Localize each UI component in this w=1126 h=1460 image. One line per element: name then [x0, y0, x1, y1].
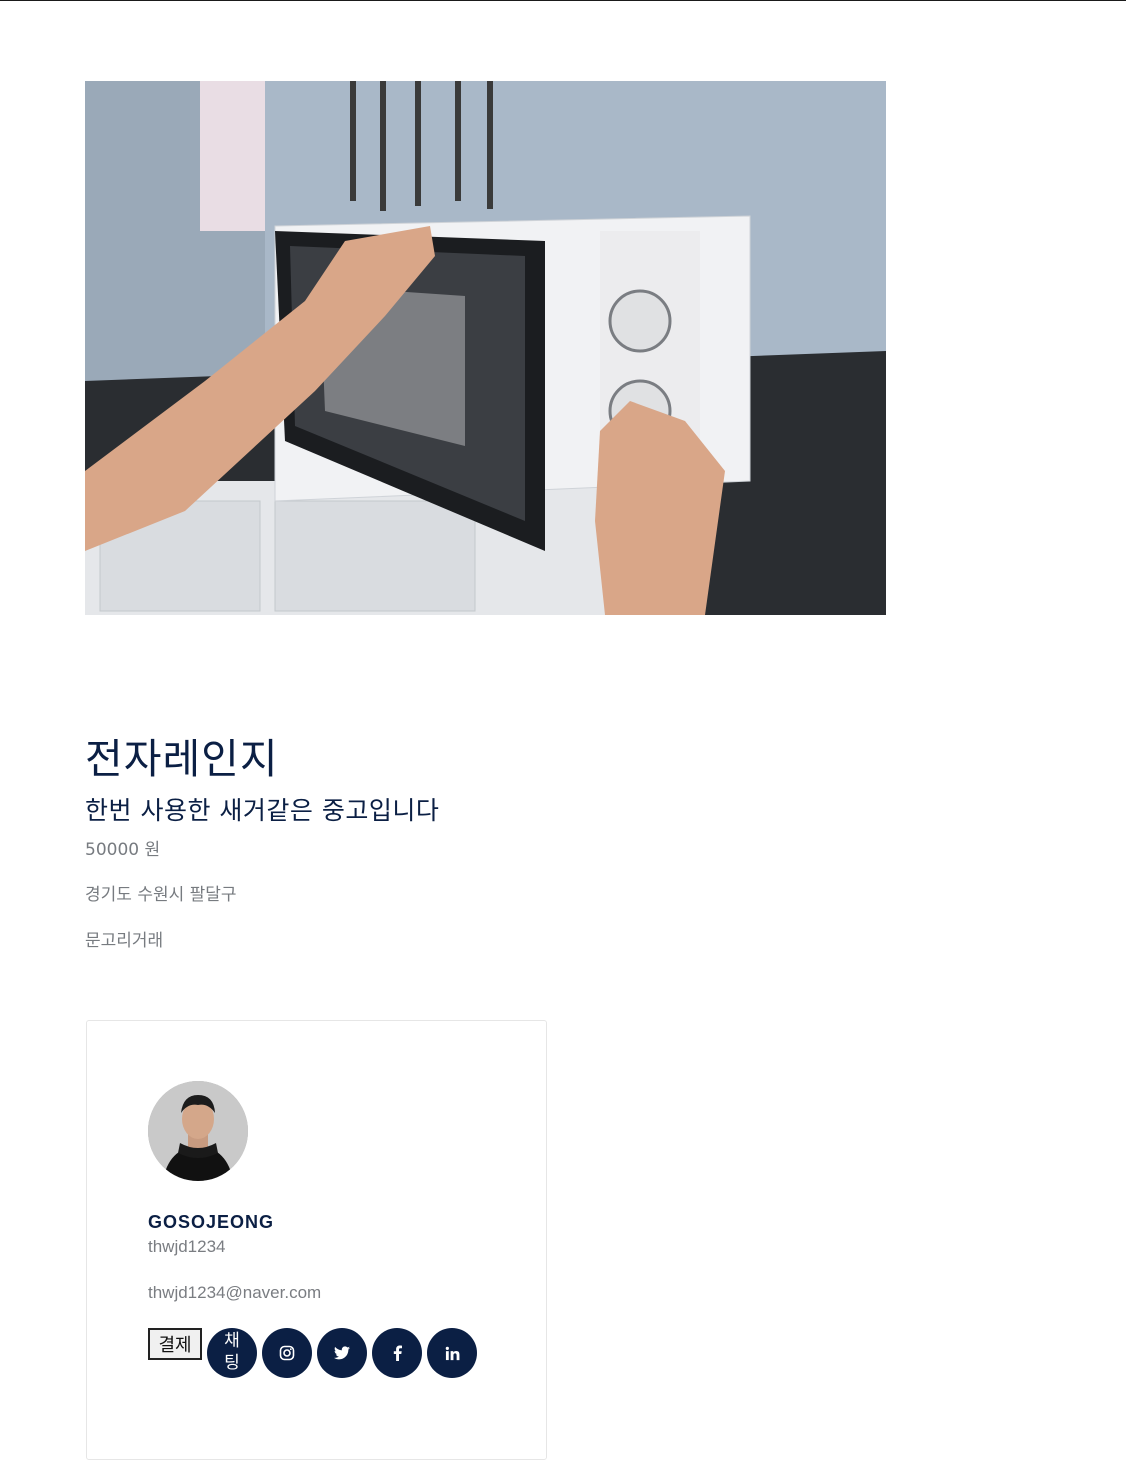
linkedin-link[interactable] [427, 1328, 477, 1378]
facebook-icon [393, 1345, 402, 1361]
product-location: 경기도 수원시 팔달구 [85, 885, 237, 905]
twitter-icon [334, 1346, 350, 1360]
seller-card: GOSOJEONG thwjd1234 thwjd1234@naver.com … [86, 1020, 547, 1460]
twitter-link[interactable] [317, 1328, 367, 1378]
product-title: 전자레인지 [85, 735, 279, 783]
facebook-link[interactable] [372, 1328, 422, 1378]
top-divider [0, 0, 1126, 1]
trade-method: 문고리거래 [85, 931, 164, 951]
product-description: 한번 사용한 새거같은 중고입니다 [85, 796, 440, 825]
instagram-link[interactable] [262, 1328, 312, 1378]
seller-email[interactable]: thwjd1234@naver.com [148, 1283, 321, 1303]
seller-name: GOSOJEONG [148, 1212, 275, 1232]
seller-user-id: thwjd1234 [148, 1237, 226, 1256]
product-image [85, 81, 886, 615]
chat-button[interactable]: 채 팅 [207, 1328, 257, 1378]
instagram-icon [279, 1345, 295, 1361]
microwave-photo-illustration [85, 81, 886, 615]
avatar [148, 1081, 248, 1181]
seller-portrait [148, 1081, 248, 1181]
chat-label-line1: 채 [224, 1331, 240, 1350]
linkedin-icon [445, 1346, 459, 1360]
pay-button[interactable]: 결제 [148, 1328, 202, 1360]
chat-label-line2: 팅 [224, 1353, 240, 1372]
product-price: 50000 원 [85, 840, 161, 860]
